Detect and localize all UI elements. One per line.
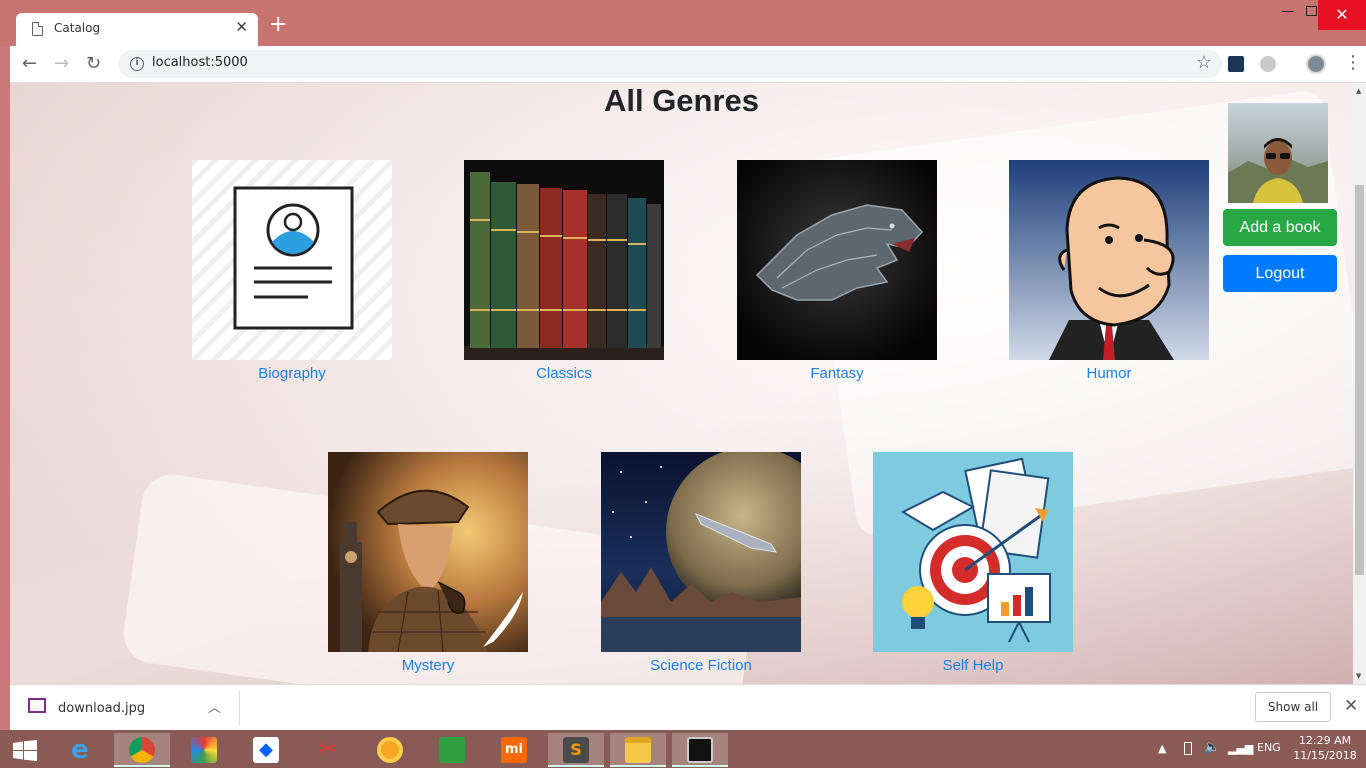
battery-icon[interactable] <box>1184 742 1192 755</box>
genre-science-fiction[interactable]: Science Fiction <box>601 452 801 674</box>
taskbar: e ◆ ✂ mi S ▲ 🔈 ▂▄▆ ENG 12:29 AM 11/15/20… <box>0 730 1366 768</box>
close-icon[interactable]: ✕ <box>1344 696 1358 716</box>
clock-time: 12:29 AM <box>1298 734 1352 747</box>
add-book-button[interactable]: Add a book <box>1223 209 1337 246</box>
show-hidden-icons-icon[interactable]: ▲ <box>1158 742 1166 755</box>
mi-icon: mi <box>501 737 527 763</box>
store-icon <box>439 737 465 763</box>
minimize-icon[interactable]: — <box>1281 4 1294 19</box>
folder-icon <box>625 737 651 763</box>
network-icon[interactable]: ▂▄▆ <box>1228 742 1253 755</box>
fantasy-image <box>737 160 937 360</box>
show-all-button[interactable]: Show all <box>1255 692 1331 722</box>
taskbar-internet-explorer[interactable]: e <box>52 733 108 767</box>
genre-fantasy[interactable]: Fantasy <box>737 160 937 382</box>
circle-app-icon <box>377 737 403 763</box>
tab-close-icon[interactable]: ✕ <box>235 18 248 36</box>
browser-tab-strip: Catalog ✕ + — ✕ <box>0 0 1366 46</box>
downloads-bar: download.jpg ︿ Show all ✕ <box>10 684 1366 730</box>
sublime-text-icon: S <box>563 737 589 763</box>
page-title: All Genres <box>603 83 760 118</box>
browser-tab[interactable]: Catalog ✕ <box>16 13 258 46</box>
browser-toolbar: ← → ↻ i localhost:5000 ☆ ⋮ <box>10 46 1366 83</box>
new-tab-icon[interactable]: + <box>269 14 287 36</box>
menu-icon[interactable]: ⋮ <box>1344 52 1362 73</box>
genre-label[interactable]: Fantasy <box>737 365 937 382</box>
start-button[interactable] <box>0 733 50 767</box>
page-viewport: All Genres Biography Classics Fantasy Hu… <box>10 83 1353 684</box>
extension-icon[interactable] <box>1228 56 1244 72</box>
biography-image <box>192 160 392 360</box>
classics-image <box>464 160 664 360</box>
taskbar-file-explorer[interactable] <box>610 733 666 767</box>
genre-humor[interactable]: Humor <box>1009 160 1209 382</box>
taskbar-snipping-tool[interactable]: ✂ <box>300 733 356 767</box>
tab-title: Catalog <box>54 21 101 35</box>
dropbox-icon: ◆ <box>253 737 279 763</box>
url-text: localhost:5000 <box>152 55 248 70</box>
genre-classics[interactable]: Classics <box>464 160 664 382</box>
genre-label[interactable]: Mystery <box>328 657 528 674</box>
window-close-icon[interactable]: ✕ <box>1318 0 1366 30</box>
terminal-icon <box>687 737 713 763</box>
page-icon <box>32 22 43 36</box>
taskbar-orange-app[interactable] <box>362 733 418 767</box>
self-help-image <box>873 452 1073 652</box>
language-indicator[interactable]: ENG <box>1257 741 1281 754</box>
forward-icon[interactable]: → <box>54 52 69 76</box>
system-clock[interactable]: 12:29 AM 11/15/2018 <box>1290 733 1360 763</box>
reload-icon[interactable]: ↻ <box>86 52 101 76</box>
divider <box>239 691 240 725</box>
genre-self-help[interactable]: Self Help <box>873 452 1073 674</box>
chrome-icon <box>129 737 155 763</box>
mystery-image <box>328 452 528 652</box>
taskbar-app[interactable] <box>176 733 232 767</box>
volume-icon[interactable]: 🔈 <box>1204 740 1220 755</box>
humor-image <box>1009 160 1209 360</box>
image-file-icon <box>28 698 46 713</box>
user-avatar <box>1228 103 1328 203</box>
windows-icon <box>13 740 37 761</box>
taskbar-sublime[interactable]: S <box>548 733 604 767</box>
cloud-extension-icon[interactable] <box>1260 56 1276 72</box>
bookmark-star-icon[interactable]: ☆ <box>1196 52 1212 73</box>
scroll-up-icon[interactable]: ▲ <box>1356 87 1361 95</box>
genre-label[interactable]: Classics <box>464 365 664 382</box>
app-icon <box>191 737 217 763</box>
page-scrollbar[interactable]: ▲ ▼ <box>1353 83 1366 684</box>
genre-label[interactable]: Humor <box>1009 365 1209 382</box>
internet-explorer-icon: e <box>71 735 89 765</box>
clock-date: 11/15/2018 <box>1293 749 1357 762</box>
genre-label[interactable]: Self Help <box>873 657 1073 674</box>
maximize-icon[interactable] <box>1306 6 1317 16</box>
taskbar-chrome[interactable] <box>114 733 170 767</box>
science-fiction-image <box>601 452 801 652</box>
taskbar-store[interactable] <box>424 733 480 767</box>
taskbar-command-prompt[interactable] <box>672 733 728 767</box>
logout-button[interactable]: Logout <box>1223 255 1337 292</box>
genre-biography[interactable]: Biography <box>192 160 392 382</box>
genre-label[interactable]: Biography <box>192 365 392 382</box>
scroll-down-icon[interactable]: ▼ <box>1356 672 1361 680</box>
download-file-name[interactable]: download.jpg <box>58 701 145 716</box>
back-icon[interactable]: ← <box>22 52 37 76</box>
taskbar-dropbox[interactable]: ◆ <box>238 733 294 767</box>
scissors-icon: ✂ <box>318 737 338 762</box>
genre-label[interactable]: Science Fiction <box>601 657 801 674</box>
profile-avatar-icon[interactable] <box>1306 54 1326 74</box>
chevron-up-icon[interactable]: ︿ <box>208 697 221 716</box>
info-icon[interactable]: i <box>130 57 144 71</box>
address-bar[interactable]: i localhost:5000 ☆ <box>118 50 1222 78</box>
taskbar-mi[interactable]: mi <box>486 733 542 767</box>
genre-mystery[interactable]: Mystery <box>328 452 528 674</box>
scrollbar-thumb[interactable] <box>1355 185 1364 575</box>
